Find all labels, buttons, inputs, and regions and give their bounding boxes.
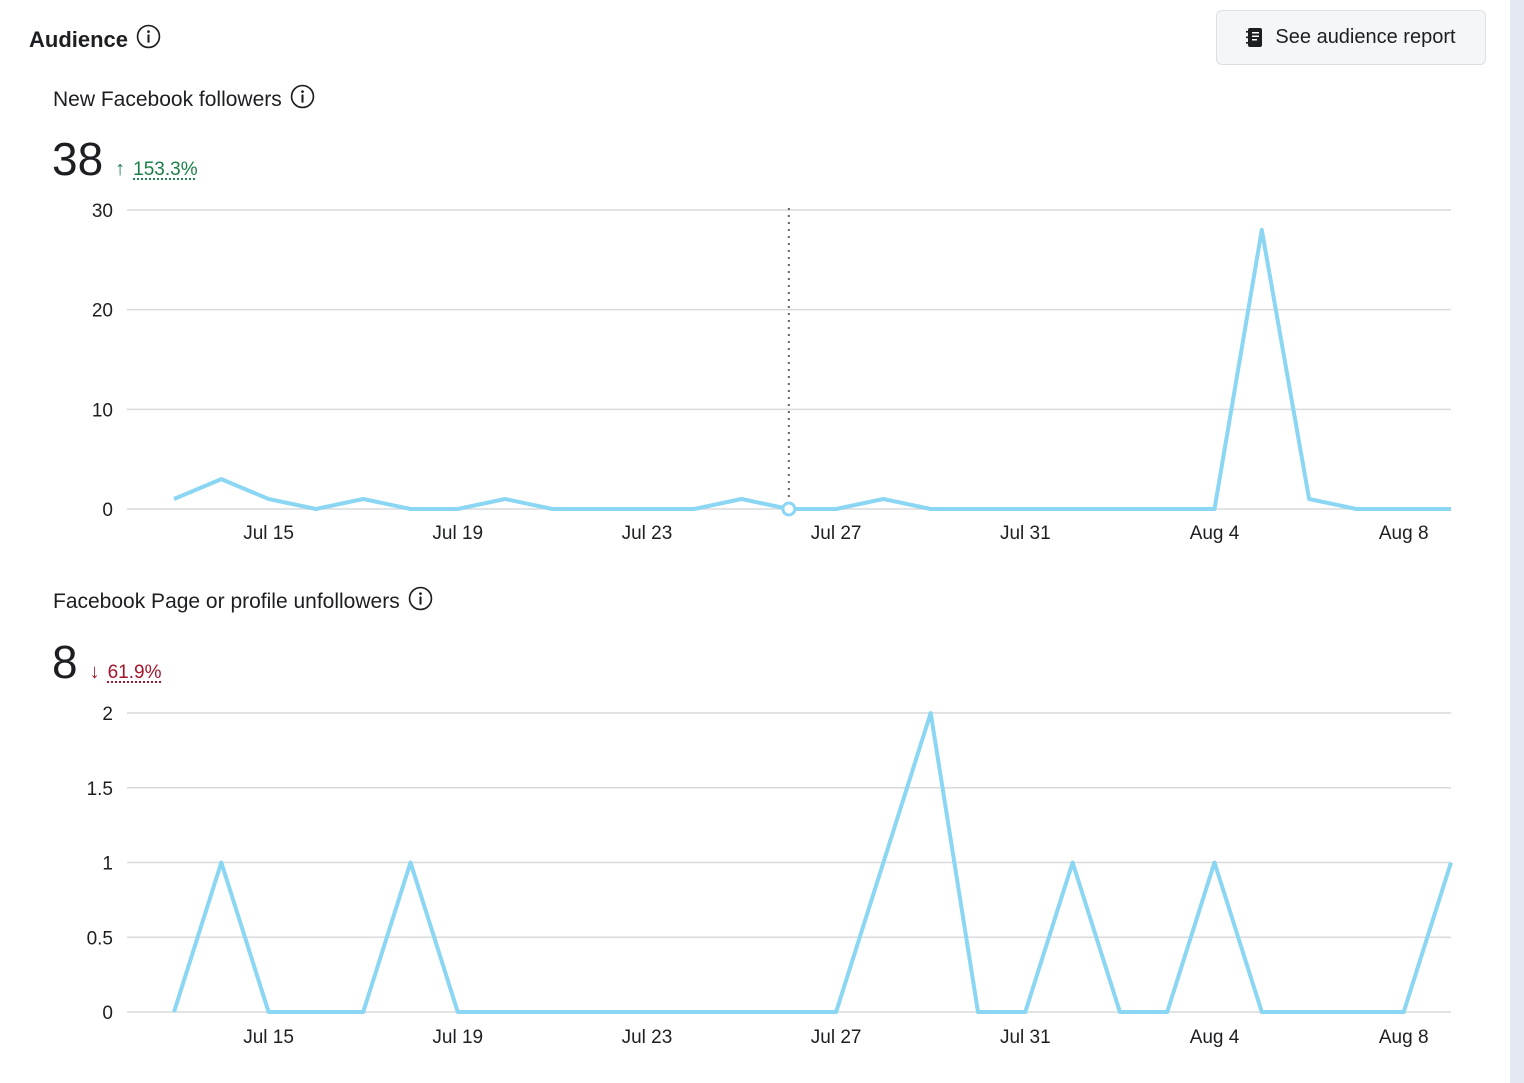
x-tick-label: Jul 15 xyxy=(243,1027,294,1048)
metric-label-new-followers: New Facebook followers xyxy=(53,84,315,115)
y-tick-label: 1 xyxy=(102,854,113,875)
y-tick-label: 10 xyxy=(92,400,113,421)
metric-total: 38 xyxy=(52,133,104,185)
x-tick-label: Jul 23 xyxy=(622,1027,673,1048)
y-tick-label: 2 xyxy=(102,704,113,725)
y-tick-label: 30 xyxy=(92,201,113,222)
info-icon[interactable] xyxy=(136,24,161,55)
metric-label-text: New Facebook followers xyxy=(53,87,282,111)
metric-total: 8 xyxy=(52,636,78,688)
x-tick-label: Aug 8 xyxy=(1379,523,1429,544)
x-tick-label: Jul 27 xyxy=(811,523,862,544)
change-indicator: ↑ 153.3% xyxy=(115,158,197,181)
info-icon[interactable] xyxy=(290,84,315,115)
x-tick-label: Jul 31 xyxy=(1000,523,1051,544)
gridlines xyxy=(127,712,1451,1013)
y-tick-label: 20 xyxy=(92,301,113,322)
x-tick-label: Aug 4 xyxy=(1190,1027,1240,1048)
y-tick-label: 1.5 xyxy=(87,779,113,800)
report-book-icon xyxy=(1246,27,1263,48)
section-title-text: Audience xyxy=(29,26,129,52)
x-tick-label: Jul 19 xyxy=(432,523,483,544)
metric-label-unfollowers: Facebook Page or profile unfollowers xyxy=(53,586,433,617)
x-tick-label: Jul 31 xyxy=(1000,1027,1051,1048)
x-tick-label: Jul 27 xyxy=(811,1027,862,1048)
y-tick-label: 0 xyxy=(102,1003,113,1024)
arrow-down-icon: ↓ xyxy=(89,661,100,683)
x-tick-label: Jul 23 xyxy=(622,523,673,544)
new-followers-chart: 0 10 20 30 Jul 15 Jul 19 Jul 23 Jul 27 Jul 31 Aug… xyxy=(92,201,1451,544)
info-icon[interactable] xyxy=(408,586,433,617)
y-tick-label: 0.5 xyxy=(87,928,113,949)
x-tick-label: Jul 15 xyxy=(243,523,294,544)
section-title: Audience xyxy=(29,24,161,55)
change-percent[interactable]: 61.9% xyxy=(108,662,162,684)
x-tick-label: Aug 8 xyxy=(1379,1027,1429,1048)
y-tick-label: 0 xyxy=(102,500,113,521)
unfollowers-chart: 0 0.5 1 1.5 2 Jul 15 Jul 19 Jul 23 Jul 27 Jul 31 A… xyxy=(87,704,1453,1048)
metric-value-new-followers: 38 ↑ 153.3% xyxy=(52,136,198,182)
audience-card: Audience See audience report New Faceboo… xyxy=(0,0,1510,1083)
report-button-label: See audience report xyxy=(1275,26,1456,48)
x-tick-label: Jul 19 xyxy=(432,1027,483,1048)
see-audience-report-button[interactable]: See audience report xyxy=(1216,10,1486,65)
series-line[interactable] xyxy=(173,227,1451,511)
hover-data-point[interactable] xyxy=(781,501,797,517)
change-percent[interactable]: 153.3% xyxy=(133,159,197,181)
arrow-up-icon: ↑ xyxy=(115,158,126,180)
metric-label-text: Facebook Page or profile unfollowers xyxy=(53,589,400,613)
gridlines xyxy=(127,209,1451,510)
change-indicator: ↓ 61.9% xyxy=(90,661,162,684)
x-tick-label: Aug 4 xyxy=(1190,523,1240,544)
metric-value-unfollowers: 8 ↓ 61.9% xyxy=(52,639,161,685)
